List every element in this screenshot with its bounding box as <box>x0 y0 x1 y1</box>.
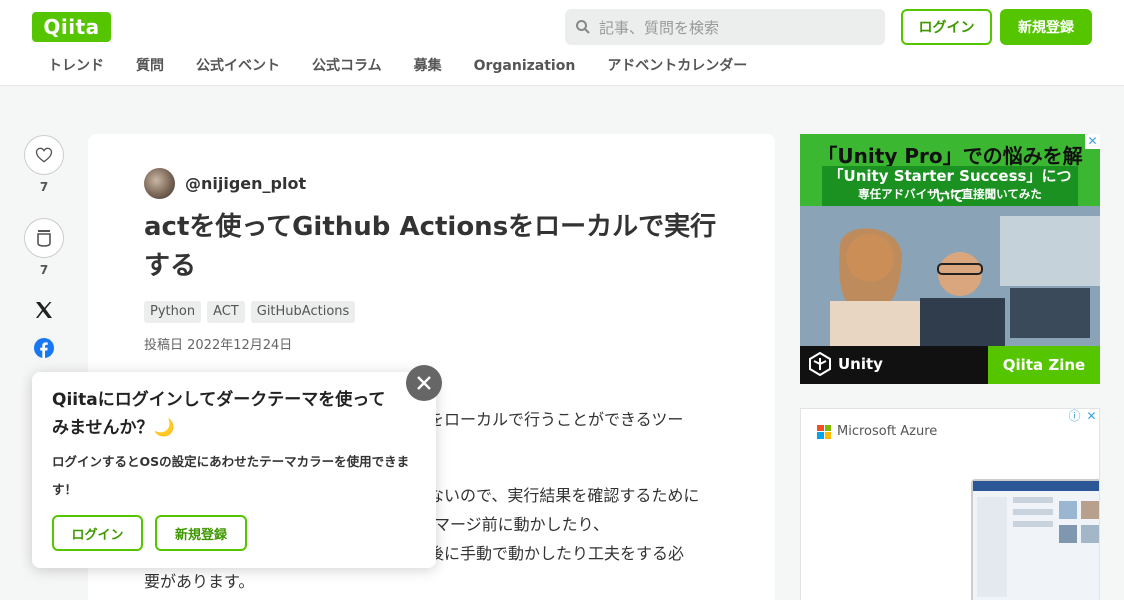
nav-recruit[interactable]: 募集 <box>414 56 442 80</box>
search-icon <box>576 20 590 34</box>
share-x-button[interactable] <box>24 297 64 323</box>
unity-logo-icon <box>809 352 831 376</box>
header: Qiita 記事、質問を検索 ログイン 新規登録 トレンド 質問 公式イベント … <box>0 0 1124 86</box>
like-count: 7 <box>39 180 49 194</box>
ad-screenshot <box>971 479 1099 600</box>
popup-close-button[interactable] <box>406 365 442 401</box>
azure-brand-label: Microsoft Azure <box>837 424 938 439</box>
nav-official-events[interactable]: 公式イベント <box>196 56 280 80</box>
unity-brand-label: Unity <box>838 355 883 373</box>
body-line: マージ前に動かしたり、 <box>434 515 610 534</box>
body-line: 要があります。 <box>144 572 255 591</box>
qiita-zine-label: Qiita Zine <box>988 346 1100 384</box>
nav-advent-calendar[interactable]: アドベントカレンダー <box>607 56 747 80</box>
tag-list: Python ACT GitHubActions <box>144 301 356 323</box>
tag-python[interactable]: Python <box>144 301 202 323</box>
x-icon <box>36 302 52 318</box>
azure-ad[interactable]: Microsoft Azure ⓘ ✕ <box>800 408 1100 600</box>
nav-questions[interactable]: 質問 <box>136 56 164 80</box>
search-placeholder: 記事、質問を検索 <box>599 18 720 37</box>
nav-organization[interactable]: Organization <box>474 56 576 80</box>
popup-description: ログインするとOSの設定にあわせたテーマカラーを使用できます！ <box>52 454 410 497</box>
author[interactable]: @nijigen_plot <box>144 168 306 199</box>
avatar[interactable] <box>144 168 175 199</box>
heart-icon <box>35 147 53 163</box>
ad-photo-illustration <box>800 206 1100 346</box>
azure-brand: Microsoft Azure <box>817 424 937 439</box>
login-button[interactable]: ログイン <box>901 9 992 45</box>
body-line: をローカルで行うことができるツー <box>428 410 684 429</box>
popup-title: Qiitaにログインしてダークテーマを使ってみませんか？🌙 <box>52 390 386 438</box>
article-title: actを使ってGithub Actionsをローカルで実行する <box>144 212 717 281</box>
tag-act[interactable]: ACT <box>207 301 245 323</box>
author-name[interactable]: @nijigen_plot <box>185 174 306 193</box>
popup-login-button[interactable]: ログイン <box>52 515 143 551</box>
stock-icon <box>37 230 51 247</box>
ad-info-icon[interactable]: ⓘ <box>1067 409 1082 424</box>
dark-theme-popup: Qiitaにログインしてダークテーマを使ってみませんか？🌙 ログインするとOSの… <box>32 372 436 568</box>
body-line: ないので、実行結果を確認するために <box>428 486 700 505</box>
search-input[interactable]: 記事、質問を検索 <box>565 9 885 45</box>
body-line: 後に手動で動かしたり工夫をする必 <box>428 544 685 563</box>
signup-button[interactable]: 新規登録 <box>1000 9 1092 45</box>
microsoft-logo-icon <box>817 424 831 439</box>
ad-close-icon[interactable]: ✕ <box>1084 409 1099 424</box>
nav-official-columns[interactable]: 公式コラム <box>312 56 382 80</box>
ad-photo <box>800 206 1100 346</box>
posted-date: 投稿日 2022年12月24日 <box>144 338 293 353</box>
close-icon <box>417 376 431 390</box>
ad-close-icon[interactable]: ✕ <box>1085 134 1100 149</box>
nav-trend[interactable]: トレンド <box>48 56 104 80</box>
share-facebook-button[interactable] <box>24 335 64 361</box>
unity-brand: Unity <box>808 352 883 376</box>
like-button[interactable] <box>24 135 64 175</box>
ad-subheadline-2: 専任アドバイザーに直接聞いてみた <box>858 187 1042 201</box>
popup-signup-button[interactable]: 新規登録 <box>155 515 247 551</box>
stock-count: 7 <box>39 263 49 277</box>
qiita-logo[interactable]: Qiita <box>32 12 111 42</box>
stock-button[interactable] <box>24 218 64 258</box>
ad-screenshot-illustration <box>973 481 1099 597</box>
tag-githubactions[interactable]: GitHubActions <box>250 301 356 323</box>
unity-ad[interactable]: 「Unity Pro」での悩みを解決！ 「Unity Starter Succe… <box>800 134 1100 384</box>
facebook-icon <box>34 338 54 358</box>
global-nav: トレンド 質問 公式イベント 公式コラム 募集 Organization アドベ… <box>32 56 763 80</box>
